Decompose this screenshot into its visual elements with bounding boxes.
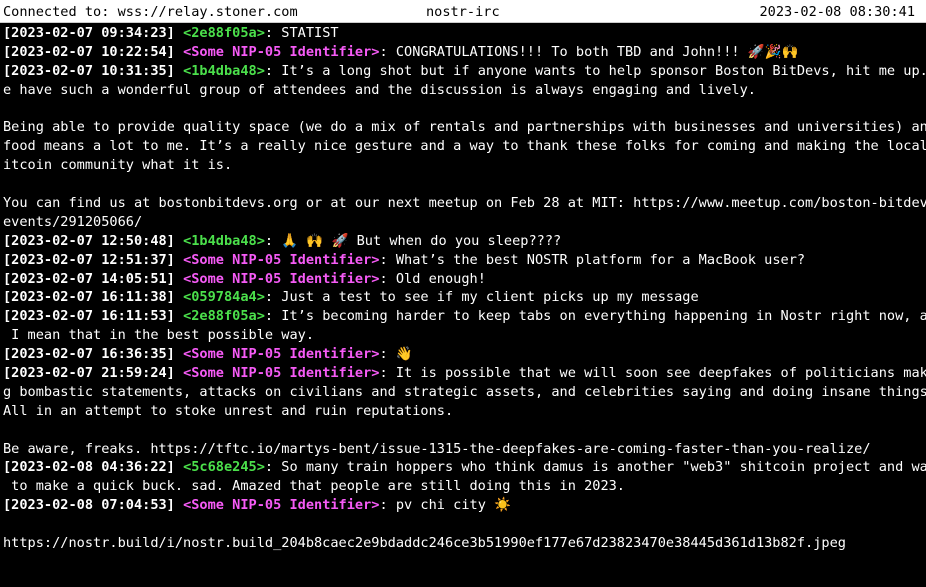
message-timestamp: [2023-02-07 10:31:35] [3, 62, 175, 79]
chat-line: [2023-02-07 21:59:24] <Some NIP-05 Ident… [3, 364, 926, 383]
chat-line: [2023-02-07 09:34:23] <2e88f05a>: STATIS… [3, 24, 923, 43]
author-separator: : [379, 43, 388, 60]
message-author[interactable]: <2e88f05a> [183, 308, 265, 324]
chat-line: itcoin community what it is. [3, 156, 923, 175]
author-separator: : [379, 270, 388, 287]
connection-status: Connected to: wss://relay.stoner.com [3, 4, 298, 20]
message-text: What’s the best NOSTR platform for a Mac… [387, 251, 806, 268]
message-text: I mean that in the best possible way. [3, 327, 314, 344]
chat-line: [2023-02-07 12:51:37] <Some NIP-05 Ident… [3, 251, 923, 270]
chat-line: food means a lot to me. It’s a really ni… [3, 137, 926, 156]
chat-line [3, 421, 923, 440]
author-separator: : [264, 25, 274, 41]
chat-line: [2023-02-07 14:05:51] <Some NIP-05 Ident… [3, 270, 923, 289]
chat-line: All in an attempt to stoke unrest and ru… [3, 402, 923, 421]
chat-line: [2023-02-08 04:36:22] <5c68e245>: So man… [3, 458, 926, 477]
message-author[interactable]: <Some NIP-05 Identifier> [183, 252, 379, 268]
chat-line: [2023-02-07 16:36:35] <Some NIP-05 Ident… [3, 345, 923, 364]
chat-line: [2023-02-07 10:22:54] <Some NIP-05 Ident… [3, 43, 923, 62]
author-separator: : [264, 308, 274, 325]
message-text: events/291205066/ [3, 213, 143, 230]
chat-line: Being able to provide quality space (we … [3, 118, 926, 137]
chat-line: [2023-02-07 12:50:48] <1b4dba48>: 🙏 🙌 🚀 … [3, 232, 923, 251]
chat-line: You can find us at bostonbitdevs.org or … [3, 194, 926, 213]
chat-line [3, 100, 923, 119]
message-author[interactable]: <5c68e245> [183, 459, 265, 475]
message-text: e have such a wonderful group of attende… [3, 81, 756, 98]
message-author[interactable]: <1b4dba48> [183, 63, 265, 79]
message-author[interactable]: <2e88f05a> [183, 25, 265, 41]
chat-line: [2023-02-07 16:11:53] <2e88f05a>: It’s b… [3, 307, 926, 326]
message-text: Being able to provide quality space (we … [3, 119, 926, 136]
author-separator: : [264, 459, 274, 476]
message-text: It’s becoming harder to keep tabs on eve… [273, 308, 926, 325]
chat-log[interactable]: [2023-02-07 09:34:23] <2e88f05a>: STATIS… [3, 24, 926, 553]
clock: 2023-02-08 08:30:41 [759, 4, 916, 20]
message-author[interactable]: <Some NIP-05 Identifier> [183, 346, 379, 362]
message-text: So many train hoppers who think damus is… [273, 459, 926, 476]
message-text: STATIST [273, 25, 339, 41]
message-text: It’s a long shot but if anyone wants to … [273, 62, 926, 79]
message-timestamp: [2023-02-07 12:51:37] [3, 251, 175, 268]
chat-line [3, 515, 923, 534]
message-author[interactable]: <1b4dba48> [183, 233, 265, 249]
message-text: 👋 [387, 346, 413, 363]
chat-line: events/291205066/ [3, 213, 923, 232]
message-author[interactable]: <Some NIP-05 Identifier> [183, 44, 379, 60]
message-timestamp: [2023-02-07 16:11:53] [3, 308, 175, 325]
message-timestamp: [2023-02-07 14:05:51] [3, 270, 175, 287]
message-text: 🙏 🙌 🚀 But when do you sleep???? [273, 232, 562, 249]
chat-line: Be aware, freaks. https://tftc.io/martys… [3, 440, 923, 459]
message-timestamp: [2023-02-07 16:36:35] [3, 346, 175, 363]
message-author[interactable]: <Some NIP-05 Identifier> [183, 271, 379, 287]
message-text: It is possible that we will soon see dee… [387, 365, 926, 382]
message-author[interactable]: <059784a4> [183, 289, 265, 305]
message-timestamp: [2023-02-08 04:36:22] [3, 459, 175, 476]
message-author[interactable]: <Some NIP-05 Identifier> [183, 365, 379, 381]
message-text: food means a lot to me. It’s a really ni… [3, 138, 926, 155]
chat-line: I mean that in the best possible way. [3, 326, 923, 345]
message-text: https://nostr.build/i/nostr.build_204b8c… [3, 535, 846, 552]
author-separator: : [264, 232, 274, 249]
author-separator: : [379, 251, 388, 268]
status-bar: Connected to: wss://relay.stoner.com nos… [0, 0, 926, 23]
message-timestamp: [2023-02-07 16:11:38] [3, 289, 175, 306]
message-text: pv chi city ☀️ [387, 497, 511, 514]
message-timestamp: [2023-02-08 07:04:53] [3, 497, 175, 514]
author-separator: : [264, 289, 274, 306]
message-text: CONGRATULATIONS!!! To both TBD and John!… [387, 43, 799, 60]
message-timestamp: [2023-02-07 21:59:24] [3, 365, 175, 382]
message-timestamp: [2023-02-07 09:34:23] [3, 25, 175, 41]
message-timestamp: [2023-02-07 12:50:48] [3, 232, 175, 249]
chat-line: e have such a wonderful group of attende… [3, 81, 923, 100]
chat-line: to make a quick buck. sad. Amazed that p… [3, 477, 923, 496]
app-title: nostr-irc [426, 4, 500, 20]
author-separator: : [379, 346, 388, 363]
message-text: You can find us at bostonbitdevs.org or … [3, 195, 926, 212]
message-text: Just a test to see if my client picks up… [273, 289, 699, 306]
chat-line: https://nostr.build/i/nostr.build_204b8c… [3, 534, 923, 553]
author-separator: : [379, 365, 388, 382]
message-text: Old enough! [387, 270, 486, 287]
message-text: g bombastic statements, attacks on civil… [3, 383, 926, 400]
message-timestamp: [2023-02-07 10:22:54] [3, 43, 175, 60]
message-text: Be aware, freaks. https://tftc.io/martys… [3, 440, 871, 457]
author-separator: : [379, 497, 388, 514]
message-text: to make a quick buck. sad. Amazed that p… [3, 478, 625, 495]
author-separator: : [264, 62, 274, 79]
chat-line: g bombastic statements, attacks on civil… [3, 383, 926, 402]
chat-line: [2023-02-07 10:31:35] <1b4dba48>: It’s a… [3, 62, 926, 81]
message-text: itcoin community what it is. [3, 157, 233, 174]
chat-line [3, 175, 923, 194]
message-author[interactable]: <Some NIP-05 Identifier> [183, 497, 379, 513]
message-text: All in an attempt to stoke unrest and ru… [3, 402, 454, 419]
chat-line: [2023-02-07 16:11:38] <059784a4>: Just a… [3, 288, 923, 307]
chat-line: [2023-02-08 07:04:53] <Some NIP-05 Ident… [3, 496, 923, 515]
